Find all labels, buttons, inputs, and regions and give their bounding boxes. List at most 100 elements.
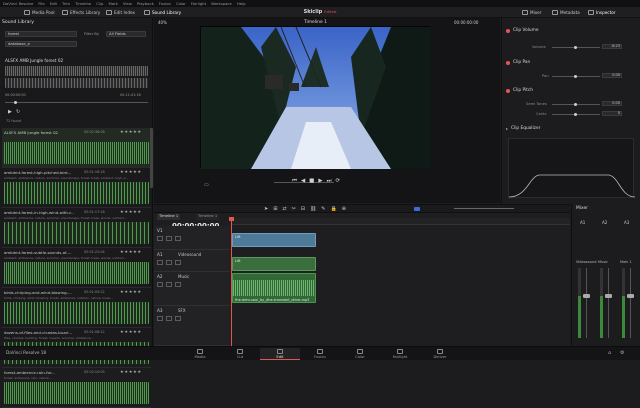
chevron-right-icon[interactable]: ▸ <box>506 126 508 131</box>
mute-icon[interactable] <box>175 316 181 321</box>
page-tab-fairlight[interactable]: Fairlight <box>380 348 420 360</box>
menu-item[interactable]: Clip <box>96 1 103 6</box>
result-card[interactable]: ambient-forest-subtle-sounds-of-... 00:01… <box>2 248 151 288</box>
clip-equalizer-section[interactable]: ▸ Clip Equalizer <box>506 126 540 131</box>
rating-stars[interactable]: ★★★★★ <box>120 289 142 294</box>
result-card[interactable]: birds-chirping-and-wind-blowing-... 00:01… <box>2 288 151 328</box>
video-clip[interactable]: Lift <box>232 233 316 247</box>
pan-slider-handle[interactable] <box>574 75 577 78</box>
fader-track[interactable] <box>608 268 609 338</box>
page-tab-media[interactable]: Media <box>180 348 220 360</box>
menu-item[interactable]: File <box>38 1 44 6</box>
transport-controls[interactable]: ⏮◀■▶⏭⟳ <box>292 178 344 185</box>
playhead-handle[interactable] <box>229 217 234 221</box>
menu-item[interactable]: View <box>123 1 132 6</box>
timeline-zoom-slider[interactable] <box>454 208 514 209</box>
inspector-button[interactable]: Inspector <box>588 8 616 17</box>
menu-item[interactable]: Color <box>176 1 186 6</box>
volume-slider-handle[interactable] <box>574 46 577 49</box>
menu-item[interactable]: Fairlight <box>191 1 206 6</box>
settings-gear-icon[interactable]: ⚙ <box>620 350 624 356</box>
menu-item[interactable]: Trim <box>62 1 70 6</box>
enabled-dot-icon[interactable] <box>506 28 510 33</box>
menu-item[interactable]: Timeline <box>75 1 91 6</box>
cents-slider-handle[interactable] <box>574 113 577 116</box>
cents-value[interactable]: 0 <box>602 111 622 116</box>
edit-index-button[interactable]: Edit Index <box>106 8 135 17</box>
mute-icon[interactable] <box>175 236 181 241</box>
semitones-slider-handle[interactable] <box>574 103 577 106</box>
menu-item[interactable]: DaVinci Resolve <box>3 1 33 6</box>
home-icon[interactable]: ⌂ <box>608 350 611 356</box>
result-card[interactable]: ambient-forest-high-pitched-bird... 00:01… <box>2 168 151 208</box>
effects-library-button[interactable]: Effects Library <box>62 8 100 17</box>
page-tab-edit[interactable]: Edit <box>260 348 300 360</box>
lock-icon[interactable] <box>157 282 163 287</box>
timeline-tab-2[interactable]: Timeline 1 <box>196 214 220 220</box>
auto-select-icon[interactable] <box>166 260 172 265</box>
fader-track[interactable] <box>630 268 631 338</box>
play-icon[interactable]: ▶ <box>8 109 12 115</box>
auto-select-icon[interactable] <box>166 282 172 287</box>
equalizer-graph[interactable] <box>508 138 636 198</box>
preview-scrubber[interactable] <box>5 102 148 103</box>
auto-select-icon[interactable] <box>166 316 172 321</box>
timeline-ruler[interactable] <box>231 218 570 225</box>
mute-icon[interactable] <box>175 260 181 265</box>
mixer-button[interactable]: Mixer <box>522 8 541 17</box>
lock-icon[interactable] <box>157 316 163 321</box>
menu-item[interactable]: Playback <box>137 1 154 6</box>
result-card[interactable]: ALSFX AMB Jungle forest 02 00:02:36:08 ★★★… <box>2 128 151 168</box>
rating-stars[interactable]: ★★★★★ <box>120 129 142 134</box>
edit-tools[interactable]: ➤⊞⇄✂⊟⛓✎🔒⊕ <box>264 206 351 212</box>
enabled-dot-icon[interactable] <box>506 60 510 65</box>
loop-icon[interactable]: ↻ <box>16 109 20 115</box>
clip-pitch-section[interactable]: Clip Pitch <box>506 88 533 93</box>
menu-item[interactable]: Mark <box>108 1 117 6</box>
viewer-options-icon[interactable]: ▭ <box>204 182 209 188</box>
fader-track[interactable] <box>586 268 587 338</box>
page-tab-cut[interactable]: Cut <box>220 348 260 360</box>
rating-stars[interactable]: ★★★★★ <box>120 329 142 334</box>
timeline-tab-1[interactable]: Timeline 1 <box>157 214 181 220</box>
result-card[interactable]: ambient-forest-in-high-wind-with-c... 00:… <box>2 208 151 248</box>
mute-icon[interactable] <box>175 282 181 287</box>
menu-item[interactable]: Fusion <box>159 1 171 6</box>
lock-icon[interactable] <box>157 260 163 265</box>
sfx-clip[interactable]: the-dem-soul_by_dhe-transient_drive-mp3 <box>232 273 316 303</box>
rating-stars[interactable]: ★★★★★ <box>120 369 142 374</box>
flag-icon[interactable] <box>414 207 420 211</box>
track-header-a3[interactable]: A3 SFX <box>154 306 230 346</box>
menu-item[interactable]: Edit <box>50 1 57 6</box>
media-pool-button[interactable]: Media Pool <box>24 8 55 17</box>
auto-select-icon[interactable] <box>166 236 172 241</box>
fader-handle[interactable] <box>605 294 612 298</box>
menu-item[interactable]: Help <box>237 1 246 6</box>
track-name[interactable]: Music <box>178 274 189 279</box>
rating-stars[interactable]: ★★★★★ <box>120 169 142 174</box>
page-tab-deliver[interactable]: Deliver <box>420 348 460 360</box>
fader-handle[interactable] <box>583 294 590 298</box>
music-clip[interactable]: Lift <box>232 257 316 271</box>
enabled-dot-icon[interactable] <box>506 88 510 93</box>
volume-value[interactable]: -6.23 <box>602 44 622 49</box>
sound-library-button[interactable]: Sound Library <box>144 8 181 17</box>
fader-handle[interactable] <box>627 294 634 298</box>
track-name[interactable]: SFX <box>178 308 186 313</box>
page-tab-color[interactable]: Color <box>340 348 380 360</box>
database-dropdown[interactable]: database_a <box>5 41 77 47</box>
metadata-button[interactable]: Metadata <box>552 8 580 17</box>
rating-stars[interactable]: ★★★★★ <box>120 249 142 254</box>
track-header-a2[interactable]: A2 Music <box>154 272 230 306</box>
results-scrollbar[interactable] <box>150 128 153 188</box>
preview-scrubber-handle[interactable] <box>14 101 17 104</box>
result-card[interactable]: forest-ambience-rain-for... 00:02:10:05 ★★… <box>2 368 151 408</box>
lock-icon[interactable] <box>157 236 163 241</box>
filter-dropdown[interactable]: All Fields <box>106 31 146 37</box>
timeline-name[interactable]: Timeline 1 <box>304 20 327 25</box>
pan-value[interactable]: 0.00 <box>602 73 622 78</box>
track-header-v1[interactable]: V1 <box>154 226 230 250</box>
semitones-value[interactable]: 0.00 <box>602 101 622 106</box>
zoom-level[interactable]: 40% <box>158 20 167 25</box>
menu-item[interactable]: Workspace <box>211 1 232 6</box>
